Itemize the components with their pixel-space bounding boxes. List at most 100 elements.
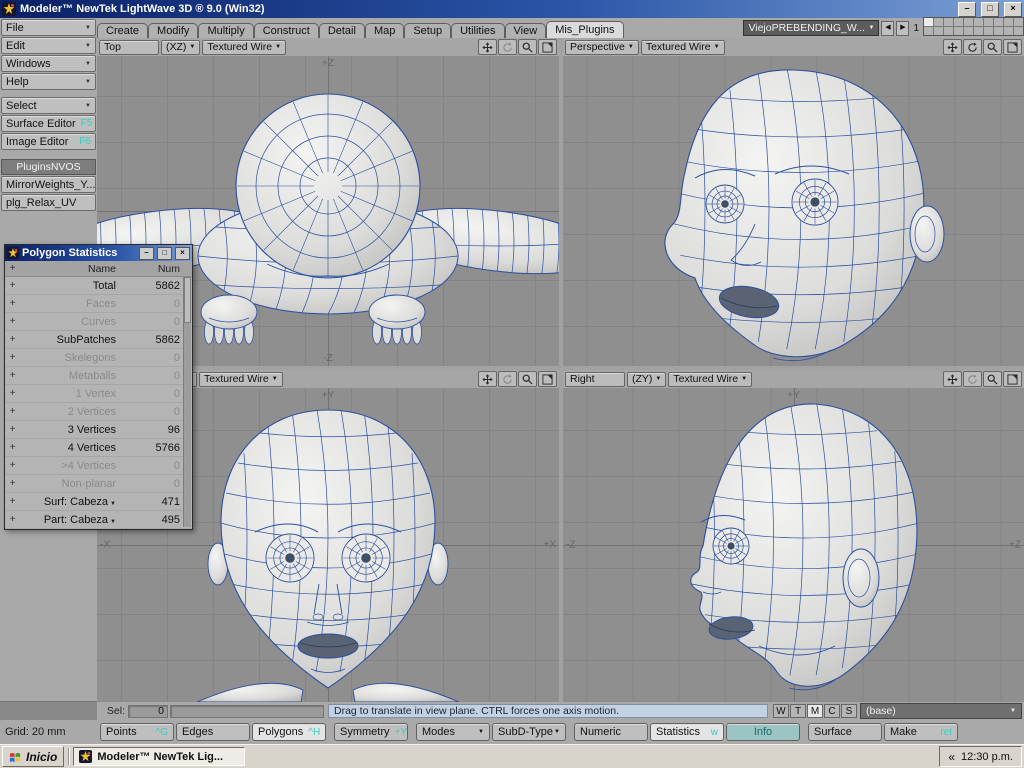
expand-plus-button[interactable]: + [5,370,20,381]
surface-editor-button[interactable]: Surface Editor F5 [1,115,96,132]
view-type-dropdown[interactable]: Top [99,39,159,55]
scrollbar-thumb[interactable] [184,277,191,323]
layer-selector-grid[interactable] [923,17,1024,36]
rotate-view-icon[interactable] [498,371,517,387]
layer-cell[interactable] [994,18,1003,26]
modes-dropdown[interactable]: Modes ▼ [416,723,490,741]
expand-plus-button[interactable]: + [5,496,20,507]
tab-map[interactable]: Map [364,23,405,38]
layer-bank-prev-button[interactable]: ◀ [881,21,895,36]
preset-dropdown[interactable]: ViejoPREBENDING_W... ▼ [743,20,880,36]
maximize-view-icon[interactable] [538,371,557,387]
points-mode-button[interactable]: Points ^G [100,723,174,741]
viewport-right-canvas[interactable]: +Y -Z +Z [563,388,1024,702]
tab-setup[interactable]: Setup [404,23,452,38]
layer-cell[interactable] [1004,27,1013,35]
layer-cell[interactable] [944,18,953,26]
layer-cell[interactable] [944,27,953,35]
rotate-view-icon[interactable] [963,39,982,55]
layer-cell[interactable] [924,27,933,35]
render-mode-dropdown[interactable]: Textured Wire ▼ [668,371,753,387]
close-button[interactable]: × [1004,1,1022,17]
tab-utilities[interactable]: Utilities [451,23,505,38]
edges-mode-button[interactable]: Edges [176,723,250,741]
stats-panel-titlebar[interactable]: Polygon Statistics – □ × [5,245,192,261]
close-button[interactable]: × [175,246,190,260]
tab-mis-plugins[interactable]: Mis_Plugins [546,21,624,38]
modeler-task-button[interactable]: Modeler™ NewTek Lig... [73,747,246,766]
surface-filter-dropdown[interactable]: Surf: Cabeza ▼ [20,496,118,508]
edit-menu[interactable]: Edit ▼ [1,37,96,54]
layer-cell[interactable] [934,18,943,26]
numeric-panel-button[interactable]: Numeric [574,723,648,741]
layer-cell[interactable] [924,18,933,26]
zoom-view-icon[interactable] [518,39,537,55]
expand-plus-button[interactable]: + [5,442,20,453]
pan-view-icon[interactable] [478,371,497,387]
maximize-button[interactable]: □ [157,246,172,260]
subd-type-dropdown[interactable]: SubD-Type ▼ [492,723,566,741]
render-mode-dropdown[interactable]: Textured Wire ▼ [199,371,283,387]
zoom-view-icon[interactable] [983,371,1002,387]
image-editor-button[interactable]: Image Editor F6 [1,133,96,150]
viewport-perspective-canvas[interactable] [563,56,1024,366]
vmap-morph-button[interactable]: M [807,704,823,718]
tab-construct[interactable]: Construct [253,23,319,38]
render-mode-dropdown[interactable]: Textured Wire ▼ [640,39,725,55]
maximize-button[interactable]: □ [981,1,999,17]
layer-cell[interactable] [964,18,973,26]
pan-view-icon[interactable] [943,39,962,55]
mirrorweights-plugin-button[interactable]: MirrorWeights_Y... [1,176,96,193]
view-type-dropdown[interactable]: Right [565,371,625,387]
tab-view[interactable]: View [504,23,547,38]
statistics-panel-button[interactable]: Statistics w [650,723,724,741]
layer-cell[interactable] [954,27,963,35]
relax-uv-plugin-button[interactable]: plg_Relax_UV [1,194,96,211]
select-menu[interactable]: Select ▼ [1,97,96,114]
zoom-view-icon[interactable] [983,39,1002,55]
polygons-mode-button[interactable]: Polygons ^H [252,723,326,741]
info-panel-button[interactable]: Info [726,723,800,741]
layer-cell[interactable] [1014,27,1023,35]
expand-plus-button[interactable]: + [5,388,20,399]
layer-cell[interactable] [954,18,963,26]
layer-cell[interactable] [984,27,993,35]
symmetry-toggle-button[interactable]: Symmetry +Y [334,723,408,741]
file-menu[interactable]: File ▼ [1,19,96,36]
vmap-texture-button[interactable]: T [790,704,806,718]
start-button[interactable]: Inicio [2,746,65,767]
tab-detail[interactable]: Detail [318,23,365,38]
rotate-view-icon[interactable] [963,371,982,387]
expand-plus-button[interactable]: + [5,424,20,435]
expand-plus-button[interactable]: + [5,298,20,309]
maximize-view-icon[interactable] [1003,39,1022,55]
maximize-view-icon[interactable] [538,39,557,55]
layer-cell[interactable] [1004,18,1013,26]
expand-plus-button[interactable]: + [5,334,20,345]
pan-view-icon[interactable] [478,39,497,55]
rotate-view-icon[interactable] [498,39,517,55]
zoom-view-icon[interactable] [518,371,537,387]
view-type-dropdown[interactable]: Perspective ▼ [565,39,639,55]
stats-scrollbar[interactable] [183,277,191,527]
expand-plus-button[interactable]: + [5,460,20,471]
maximize-view-icon[interactable] [1003,371,1022,387]
layer-cell[interactable] [994,27,1003,35]
layer-cell[interactable] [974,18,983,26]
expand-plus-button[interactable]: + [5,478,20,489]
expand-plus-button[interactable]: + [5,316,20,327]
layer-cell[interactable] [934,27,943,35]
surface-button[interactable]: Surface [808,723,882,741]
expand-plus-button[interactable]: + [5,352,20,363]
view-axis-dropdown[interactable]: (XZ) ▼ [161,39,201,55]
layer-cell[interactable] [974,27,983,35]
expand-plus-button[interactable]: + [5,280,20,291]
tab-multiply[interactable]: Multiply [198,23,254,38]
render-mode-dropdown[interactable]: Textured Wire ▼ [202,39,287,55]
vmap-selection-dropdown[interactable]: (base) ▼ [860,703,1022,719]
make-button[interactable]: Make ret [884,723,958,741]
layer-cell[interactable] [964,27,973,35]
layer-bank-next-button[interactable]: ▶ [896,21,910,36]
expand-plus-button[interactable]: + [5,406,20,417]
tray-expand-button[interactable]: « [948,751,955,763]
